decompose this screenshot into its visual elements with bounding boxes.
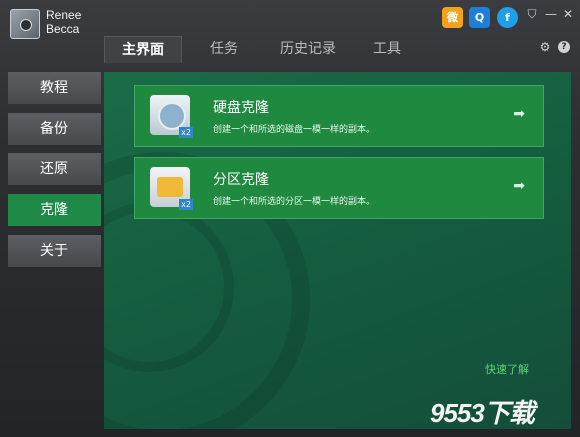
card-title: 硬盘克隆 xyxy=(213,100,269,116)
gear-icon[interactable]: ⚙ xyxy=(539,41,551,53)
partition-clone-card[interactable]: x2 分区克隆 创建一个和所选的分区一模一样的副本。 ➡ xyxy=(134,157,544,219)
sidebar-item-backup[interactable]: 备份 xyxy=(8,113,101,145)
watermark-logo: 9553下载 xyxy=(430,398,535,428)
weibo-icon[interactable]: 微 xyxy=(442,7,463,28)
facebook-icon[interactable]: f xyxy=(497,7,518,28)
card-title: 分区克隆 xyxy=(213,172,269,188)
hard-disk-icon: x2 xyxy=(150,95,193,138)
main-panel: x2 硬盘克隆 创建一个和所选的磁盘一模一样的副本。 ➡ x2 分区克隆 创建一… xyxy=(104,72,571,429)
facebook-glyph: f xyxy=(505,11,510,24)
disk-clone-card[interactable]: x2 硬盘克隆 创建一个和所选的磁盘一模一样的副本。 ➡ xyxy=(134,85,544,147)
sidebar-item-restore[interactable]: 还原 xyxy=(8,153,101,185)
arrow-right-icon: ➡ xyxy=(513,178,525,194)
tab-tasks[interactable]: 任务 xyxy=(199,36,249,62)
qq-icon[interactable]: Q xyxy=(469,7,490,28)
title-bar: Renee Becca 微 Q f ⛉ — ✕ ⚙ ? 主界面 任务 历史记录 … xyxy=(0,0,580,63)
sidebar-item-tutorial[interactable]: 教程 xyxy=(8,72,101,104)
weibo-glyph: 微 xyxy=(447,11,458,24)
tab-main[interactable]: 主界面 xyxy=(104,36,182,63)
close-button[interactable]: ✕ xyxy=(561,8,575,20)
app-name-line2: Becca xyxy=(46,22,80,36)
quick-start-link[interactable]: 快速了解 xyxy=(485,361,529,377)
app-window: Renee Becca 微 Q f ⛉ — ✕ ⚙ ? 主界面 任务 历史记录 … xyxy=(0,0,580,437)
app-name: Renee Becca xyxy=(46,8,81,36)
arrow-right-icon: ➡ xyxy=(513,106,525,122)
card-description: 创建一个和所选的磁盘一模一样的副本。 xyxy=(213,125,376,135)
card-description: 创建一个和所选的分区一模一样的副本。 xyxy=(213,197,376,207)
x2-badge: x2 xyxy=(179,199,193,210)
app-name-line1: Renee xyxy=(46,8,82,22)
tab-history[interactable]: 历史记录 xyxy=(268,36,348,62)
sidebar-item-about[interactable]: 关于 xyxy=(8,235,101,267)
minimize-button[interactable]: — xyxy=(544,8,558,20)
app-logo-icon xyxy=(10,9,40,39)
qq-glyph: Q xyxy=(474,11,485,24)
tab-tools[interactable]: 工具 xyxy=(362,36,412,62)
sidebar-item-clone[interactable]: 克隆 xyxy=(8,194,101,226)
folder-icon: x2 xyxy=(150,167,193,210)
help-icon[interactable]: ? xyxy=(558,41,570,53)
x2-badge: x2 xyxy=(179,127,193,138)
skin-button-icon[interactable]: ⛉ xyxy=(525,8,539,20)
